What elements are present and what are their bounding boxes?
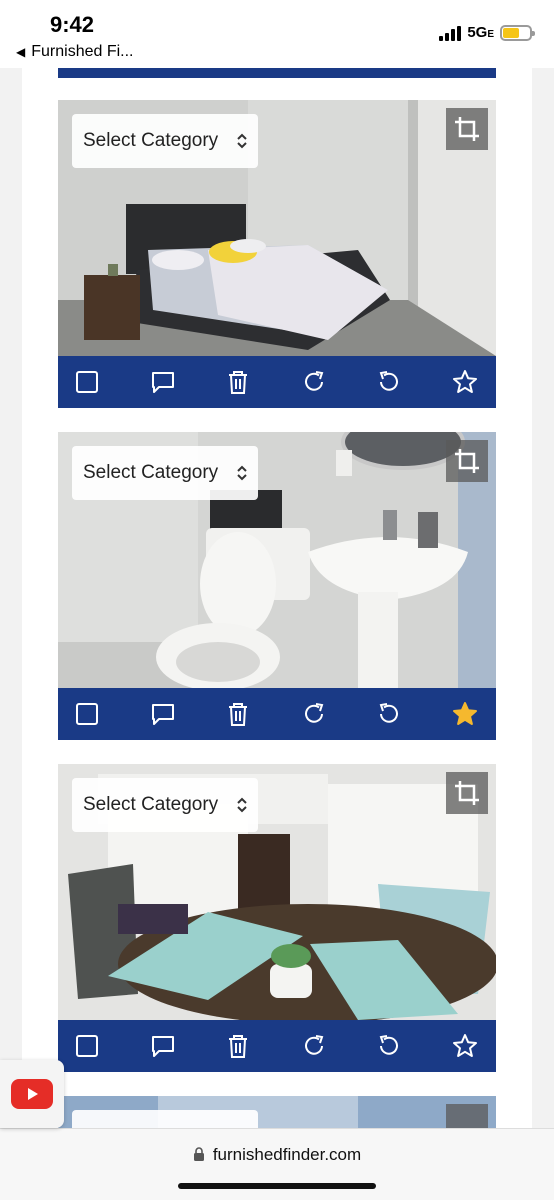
rotate-right-icon	[304, 371, 324, 391]
checkbox-icon	[76, 371, 98, 393]
trash-icon	[229, 703, 248, 726]
select-checkbox[interactable]	[72, 1031, 102, 1061]
comment-icon	[151, 704, 174, 725]
favorite-button[interactable]	[450, 1031, 480, 1061]
back-to-app-link[interactable]: ◀ Furnished Fi...	[16, 43, 134, 61]
chevron-updown-icon	[237, 797, 247, 813]
star-icon	[452, 370, 477, 393]
rotate-left-button[interactable]	[374, 1031, 404, 1061]
crop-icon	[455, 117, 479, 141]
photo-card-4	[58, 1096, 496, 1128]
photo-card-3: Select Category	[58, 764, 496, 1072]
rotate-left-icon	[380, 1035, 399, 1055]
youtube-button[interactable]	[0, 1060, 64, 1128]
crop-button[interactable]	[446, 1104, 488, 1128]
comment-button[interactable]	[148, 699, 178, 729]
battery-icon	[500, 24, 535, 41]
crop-icon	[455, 781, 479, 805]
favorite-button[interactable]	[450, 367, 480, 397]
star-icon	[452, 702, 477, 725]
category-select-label: Select Category	[83, 794, 219, 815]
signal-icon	[439, 25, 462, 41]
category-select-label: Select Category	[83, 462, 219, 483]
category-select[interactable]	[72, 1110, 258, 1128]
delete-button[interactable]	[223, 699, 253, 729]
delete-button[interactable]	[223, 367, 253, 397]
youtube-icon	[11, 1079, 53, 1109]
photo-toolbar	[58, 688, 496, 740]
select-checkbox[interactable]	[72, 367, 102, 397]
content-column: Select Category Select Category Select C…	[22, 68, 532, 1128]
rotate-left-icon	[380, 371, 399, 391]
category-select-label: Select Category	[83, 130, 219, 151]
network-label: 5GE	[467, 24, 494, 41]
lock-icon	[193, 1147, 204, 1161]
status-bar: 9:42 ◀ Furnished Fi... 5GE	[0, 0, 554, 68]
back-link-label: Furnished Fi...	[31, 43, 134, 60]
crop-icon	[455, 449, 479, 473]
rotate-right-button[interactable]	[299, 699, 329, 729]
crop-button[interactable]	[446, 772, 488, 814]
previous-toolbar-edge	[58, 68, 496, 78]
photo-card-2: Select Category	[58, 432, 496, 740]
rotate-left-icon	[380, 703, 399, 723]
comment-icon	[151, 1036, 174, 1057]
chevron-updown-icon	[237, 133, 247, 149]
trash-icon	[229, 371, 248, 394]
checkbox-icon	[76, 703, 98, 725]
select-checkbox[interactable]	[72, 699, 102, 729]
checkbox-icon	[76, 1035, 98, 1057]
chevron-updown-icon	[237, 465, 247, 481]
rotate-left-button[interactable]	[374, 699, 404, 729]
photo-toolbar	[58, 356, 496, 408]
category-select[interactable]: Select Category	[72, 446, 258, 500]
delete-button[interactable]	[223, 1031, 253, 1061]
clock: 9:42	[50, 12, 95, 37]
star-icon	[452, 1034, 477, 1057]
photo-card-1: Select Category	[58, 100, 496, 408]
category-select[interactable]: Select Category	[72, 778, 258, 832]
rotate-right-button[interactable]	[299, 367, 329, 397]
url-display[interactable]: furnishedfinder.com	[0, 1145, 554, 1165]
trash-icon	[229, 1035, 248, 1058]
comment-icon	[151, 372, 174, 393]
rotate-right-icon	[304, 1035, 324, 1055]
rotate-left-button[interactable]	[374, 367, 404, 397]
browser-url-bar[interactable]: furnishedfinder.com	[0, 1128, 554, 1200]
favorite-button[interactable]	[450, 699, 480, 729]
rotate-right-button[interactable]	[299, 1031, 329, 1061]
photo-toolbar	[58, 1020, 496, 1072]
home-indicator[interactable]	[178, 1183, 376, 1189]
comment-button[interactable]	[148, 367, 178, 397]
rotate-right-icon	[304, 703, 324, 723]
crop-button[interactable]	[446, 108, 488, 150]
url-text: furnishedfinder.com	[212, 1145, 362, 1164]
crop-button[interactable]	[446, 440, 488, 482]
comment-button[interactable]	[148, 1031, 178, 1061]
page-content: Select Category Select Category Select C…	[0, 68, 554, 1128]
category-select[interactable]: Select Category	[72, 114, 258, 168]
status-indicators: 5GE	[439, 24, 535, 41]
back-arrow-icon: ◀	[16, 45, 26, 59]
